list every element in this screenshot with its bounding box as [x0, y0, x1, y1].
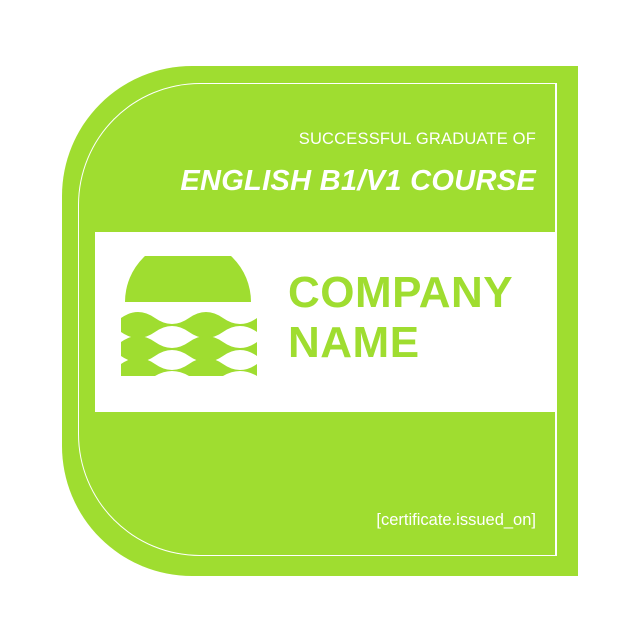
company-name: COMPANY NAME	[288, 268, 513, 368]
sun-over-waves-icon	[121, 256, 257, 376]
course-title: ENGLISH B1/V1 COURSE	[180, 165, 536, 197]
company-name-line2: NAME	[288, 318, 420, 367]
company-name-line1: COMPANY	[288, 268, 514, 317]
certificate-canvas: SUCCESSFUL GRADUATE OF ENGLISH B1/V1 COU…	[0, 0, 640, 640]
certificate-subtitle: SUCCESSFUL GRADUATE OF	[298, 130, 536, 148]
issued-on-placeholder: [certificate.issued_on]	[376, 511, 536, 529]
